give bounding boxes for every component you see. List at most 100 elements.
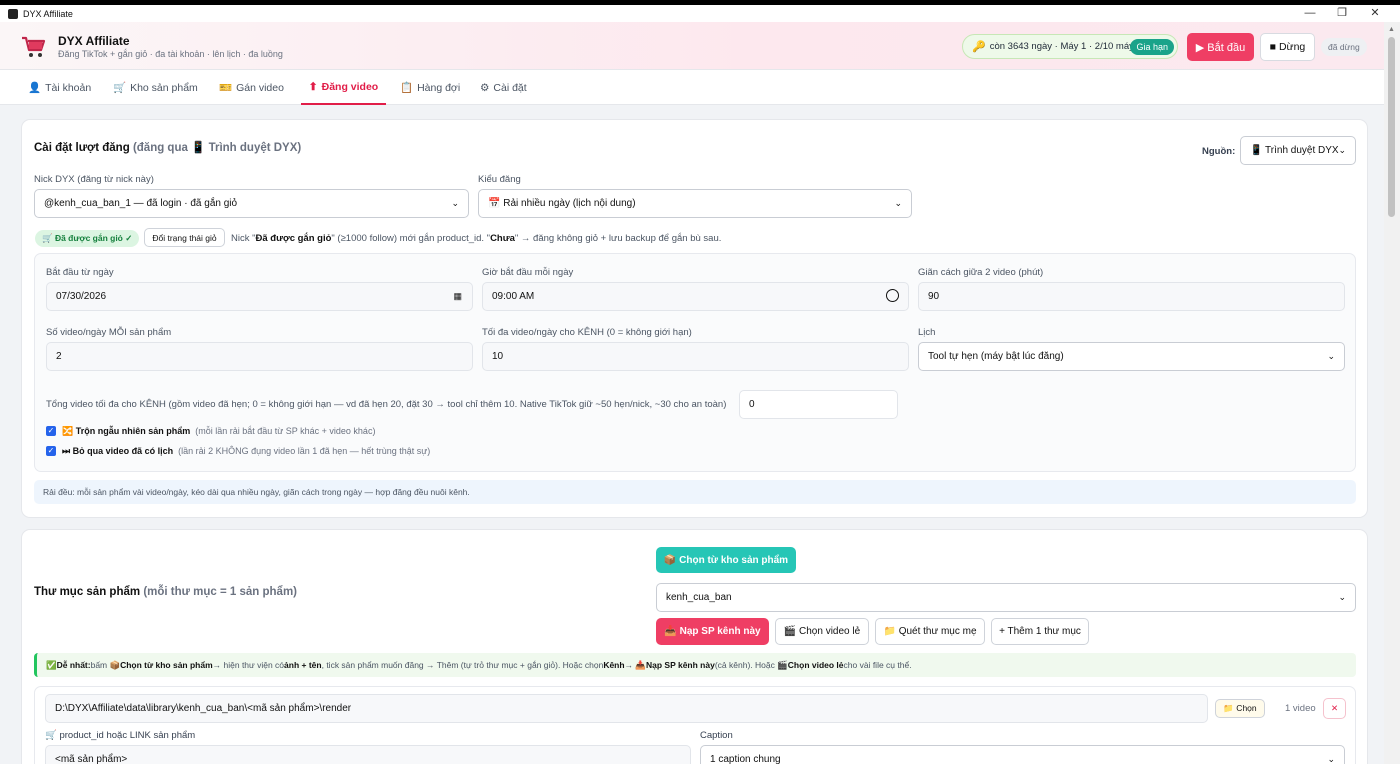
chevron-down-icon: ⌄ (451, 198, 459, 208)
note-text: Nick " (231, 233, 256, 244)
tab-queue[interactable]: 📋 Hàng đợi (400, 70, 460, 105)
skip-note: (lần rải 2 KHÔNG đụng video lần 1 đã hẹn… (178, 446, 431, 456)
maximize-button[interactable]: ❐ (1330, 5, 1354, 22)
skip-checkbox[interactable]: ✓ (46, 446, 56, 456)
folder-path-input[interactable]: D:\DYX\Affiliate\data\library\kenh_cua_b… (45, 694, 1208, 723)
hint-bold: ảnh + tên (284, 660, 322, 670)
nick-value: @kenh_cua_ban_1 — đã login · đã gắn giỏ (44, 198, 238, 209)
stop-button[interactable]: ■ Dừng (1260, 33, 1315, 61)
shuffle-checkbox[interactable]: ✓ (46, 426, 56, 436)
cart-status-tag: 🛒 Đã được gắn giỏ ✓ (35, 230, 140, 247)
video-count: 1 video (1285, 703, 1316, 714)
hint-text: bấm 📦 (90, 659, 121, 670)
load-channel-products-button[interactable]: 📥 Nạp SP kênh này (656, 618, 769, 645)
mode-select[interactable]: 📅 Rải nhiều ngày (lịch nội dung) ⌄ (478, 189, 912, 218)
scrollbar[interactable]: ▲ (1384, 22, 1400, 764)
note-text: " (≥1000 follow) mới gắn product_id. " (331, 233, 491, 244)
title-bar: DYX Affiliate — ❐ ✕ (0, 5, 1400, 22)
minimize-button[interactable]: — (1298, 5, 1322, 22)
pick-from-library-button[interactable]: 📦 Chọn từ kho sản phẩm (656, 547, 796, 573)
gear-icon: ⚙ (480, 81, 490, 94)
person-icon: 👤 (28, 82, 42, 94)
tab-label: Gán video (236, 81, 284, 94)
hint-bold: Chọn từ kho sản phẩm (120, 660, 213, 670)
start-time-value: 09:00 AM (492, 291, 535, 302)
product-folders-card: Thư mục sản phẩm (mỗi thư mục = 1 sản ph… (21, 529, 1368, 764)
chevron-down-icon: ⌄ (1327, 754, 1335, 764)
app-window: DYX Affiliate — ❐ ✕ DYX Affiliate Đăng T… (0, 5, 1400, 764)
per-product-input[interactable]: 2 (46, 342, 473, 371)
gap-label: Giãn cách giữa 2 video (phút) (918, 267, 1044, 278)
close-button[interactable]: ✕ (1363, 5, 1387, 22)
start-button[interactable]: ▶ Bắt đầu (1187, 33, 1254, 61)
chevron-down-icon: ⌄ (1338, 145, 1346, 155)
renew-button[interactable]: Gia hạn (1130, 39, 1174, 55)
settings-title: Cài đặt lượt đăng (34, 142, 130, 154)
chevron-down-icon: ⌄ (1327, 351, 1335, 361)
toggle-cart-button[interactable]: Đổi trạng thái giỏ (144, 228, 225, 247)
schedule-select[interactable]: Tool tự hẹn (máy bật lúc đăng) ⌄ (918, 342, 1345, 371)
schedule-options-panel: Bắt đầu từ ngày 07/30/2026 ▦ Giờ bắt đầu… (34, 253, 1356, 472)
hint-bold: Chọn video lẻ (787, 660, 844, 670)
tab-assign-video[interactable]: 🎫 Gán video (219, 70, 284, 105)
tab-post-video[interactable]: ⬆ Đăng video (301, 70, 386, 105)
caption-select[interactable]: 1 caption chung ⌄ (700, 745, 1345, 764)
choose-folder-button[interactable]: 📁 Chọn (1215, 699, 1265, 718)
total-label: Tổng video tối đa cho KÊNH (gồm video đã… (46, 399, 727, 410)
cart-icon: 🛒 (113, 82, 127, 94)
tab-label: Đăng video (321, 80, 379, 93)
caption-value: 1 caption chung (710, 754, 781, 764)
scroll-up-icon[interactable]: ▲ (1388, 26, 1395, 33)
hint-text: → hiện thư viện có (212, 660, 285, 670)
hint-bold: Kênh (603, 660, 625, 670)
upload-icon: ⬆ (308, 80, 318, 93)
tab-bar: 👤 Tài khoản 🛒 Kho sản phẩm 🎫 Gán video ⬆ Đăn… (0, 70, 1384, 105)
hint-text: (cả kênh). Hoặc 🎬 (714, 659, 788, 670)
clock-icon[interactable] (886, 289, 899, 302)
shuffle-label: 🔀 Trộn ngẫu nhiên sản phẩm (62, 426, 191, 436)
per-channel-input[interactable]: 10 (482, 342, 909, 371)
product-id-input[interactable]: <mã sản phẩm> (45, 745, 691, 764)
app-subtitle: Đăng TikTok + gắn giỏ · đa tài khoản · l… (58, 49, 283, 59)
tab-settings[interactable]: ⚙ Cài đặt (480, 70, 527, 105)
hint-text: , tick sản phẩm muốn đăng → Thêm (tự trỏ… (321, 660, 604, 670)
skip-option: ⏭ Bỏ qua video đã có lịch (lần rải 2 KHÔ… (62, 446, 430, 457)
app-header: DYX Affiliate Đăng TikTok + gắn giỏ · đa… (0, 22, 1384, 70)
chevron-down-icon: ⌄ (894, 198, 902, 208)
start-date-input[interactable]: 07/30/2026 ▦ (46, 282, 473, 311)
channel-select[interactable]: kenh_cua_ban ⌄ (656, 583, 1356, 612)
gap-input[interactable]: 90 (918, 282, 1345, 311)
nick-select[interactable]: @kenh_cua_ban_1 — đã login · đã gắn giỏ … (34, 189, 469, 218)
calendar-icon[interactable]: ▦ (453, 291, 462, 302)
schedule-value: Tool tự hẹn (máy bật lúc đăng) (928, 351, 1064, 362)
per-product-label: Số video/ngày MỖI sản phẩm (46, 327, 172, 338)
pick-single-video-button[interactable]: 🎬 Chọn video lẻ (775, 618, 869, 645)
scan-parent-folder-button[interactable]: 📁 Quét thư mục mẹ (875, 618, 985, 645)
mode-value: 📅 Rải nhiều ngày (lịch nội dung) (488, 198, 636, 209)
start-time-label: Giờ bắt đầu mỗi ngày (482, 267, 574, 278)
license-pill: 🔑 còn 3643 ngày · Máy 1 · 2/10 máy Gia h… (962, 34, 1178, 59)
chevron-down-icon: ⌄ (1338, 592, 1346, 602)
total-input[interactable]: 0 (739, 390, 898, 419)
tab-label: Kho sản phẩm (130, 81, 198, 94)
tab-accounts[interactable]: 👤 Tài khoản (28, 70, 91, 105)
spread-hint: Rải đều: mỗi sản phẩm vài video/ngày, ké… (34, 480, 1356, 504)
tab-products[interactable]: 🛒 Kho sản phẩm (113, 70, 198, 105)
status-badge: đã dừng (1321, 38, 1367, 56)
hint-text: → 📥 (624, 659, 647, 670)
post-settings-card: Cài đặt lượt đăng (đăng qua 📱 Trình duyệ… (21, 119, 1368, 518)
easy-hint: ✅ Dễ nhất: bấm 📦 Chọn từ kho sản phẩm → … (34, 653, 1356, 677)
tab-label: Cài đặt (493, 81, 527, 94)
source-select[interactable]: 📱 Trình duyệt DYX ⌄ (1240, 136, 1356, 165)
shuffle-option: 🔀 Trộn ngẫu nhiên sản phẩm (mỗi lần rải … (62, 426, 375, 437)
app-icon (8, 8, 18, 19)
product-id-label: 🛒 product_id hoặc LINK sản phẩm (45, 730, 196, 741)
remove-folder-button[interactable]: ✕ (1323, 698, 1346, 719)
window-title: DYX Affiliate (23, 8, 73, 19)
note-bold: Chưa (490, 233, 515, 244)
tab-label: Tài khoản (45, 81, 92, 94)
scrollbar-thumb[interactable] (1388, 37, 1395, 217)
add-folder-button[interactable]: + Thêm 1 thư mục (991, 618, 1089, 645)
start-time-input[interactable]: 09:00 AM (482, 282, 909, 311)
key-icon: 🔑 (972, 41, 986, 53)
